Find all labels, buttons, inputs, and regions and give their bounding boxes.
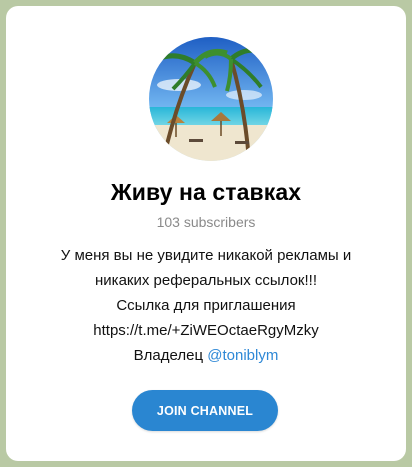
channel-title: Живу на ставках <box>110 179 302 205</box>
join-channel-button[interactable]: JOIN CHANNEL <box>132 390 278 431</box>
channel-avatar[interactable] <box>149 37 273 161</box>
description-line: Ссылка для приглашения <box>116 297 296 314</box>
owner-mention-link[interactable]: @toniblym <box>207 347 278 364</box>
channel-description: У меня вы не увидите никакой рекламы и н… <box>6 243 406 368</box>
invite-link: https://t.me/+ZiWEOctaeRgyMzky <box>93 322 319 339</box>
channel-preview-card: Живу на ставках 103 subscribers У меня в… <box>6 6 406 461</box>
beach-palm-icon <box>149 37 273 161</box>
description-line: никаких реферальных ссылок!!! <box>95 272 317 289</box>
owner-label: Владелец <box>133 347 208 364</box>
owner-line: Владелец @toniblym <box>6 343 406 368</box>
description-line: У меня вы не увидите никакой рекламы и <box>60 247 352 264</box>
subscriber-count: 103 subscribers <box>156 214 256 230</box>
